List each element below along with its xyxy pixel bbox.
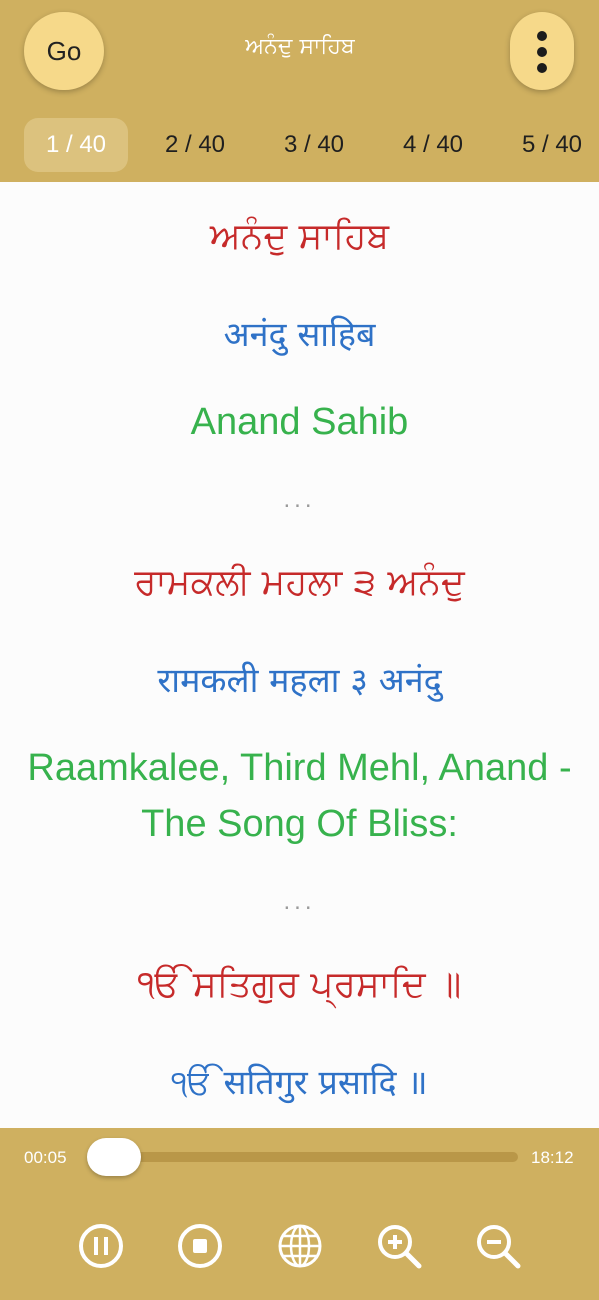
progress-slider-thumb[interactable]: [87, 1138, 141, 1176]
verse-separator: ...: [283, 486, 316, 513]
audio-player: 00:05 18:12: [0, 1128, 599, 1300]
stop-icon: [178, 1224, 222, 1268]
verse-devanagari: अनंदु साहिब: [223, 315, 376, 355]
verse-english-line-2: The Song Of Bliss:: [141, 803, 458, 845]
verse-english-line-1: Raamkalee, Third Mehl, Anand -: [27, 747, 572, 789]
globe-icon: [278, 1224, 322, 1268]
app-screen: Go ਅਨੰਦੁ ਸਾਹਿਬ 1 / 40 2 / 40 3 / 40 4 / …: [0, 0, 599, 1300]
verse-content[interactable]: ਅਨੰਦੁ ਸਾਹਿਬ अनंदु साहिब Anand Sahib ... …: [0, 182, 599, 1128]
verse-gurmukhi: ਰਾਮਕਲੀ ਮਹਲਾ ੩ ਅਨੰਦੁ: [134, 562, 465, 603]
pause-button[interactable]: [77, 1222, 125, 1270]
zoom-in-icon: [378, 1225, 422, 1269]
verse-separator: ...: [283, 888, 316, 915]
zoom-out-button[interactable]: [474, 1222, 522, 1270]
page-tab-4[interactable]: 4 / 40: [381, 118, 485, 172]
verse-devanagari: ੴ सतिगुर प्रसादि ॥: [171, 1063, 428, 1103]
verse-gurmukhi: ਅਨੰਦੁ ਸਾਹਿਬ: [209, 216, 390, 257]
page-tab-1[interactable]: 1 / 40: [24, 118, 128, 172]
stop-button[interactable]: [176, 1222, 224, 1270]
pause-icon: [79, 1224, 123, 1268]
page-tab-3[interactable]: 3 / 40: [262, 118, 366, 172]
top-bar: Go ਅਨੰਦੁ ਸਾਹਿਬ 1 / 40 2 / 40 3 / 40 4 / …: [0, 0, 599, 182]
verse-english: Anand Sahib: [190, 401, 409, 443]
language-button[interactable]: [276, 1222, 324, 1270]
page-tab-2[interactable]: 2 / 40: [143, 118, 247, 172]
progress-track[interactable]: [100, 1152, 518, 1162]
more-options-button[interactable]: [510, 12, 574, 90]
zoom-in-button[interactable]: [375, 1222, 423, 1270]
elapsed-time: 00:05: [24, 1148, 67, 1167]
page-title: ਅਨੰਦੁ ਸਾਹਿਬ: [245, 34, 355, 59]
verse-gurmukhi: ੴ ਸਤਿਗੁਰ ਪ੍ਰਸਾਦਿ ॥: [137, 964, 462, 1005]
verse-devanagari: रामकली महला ३ अनंदु: [157, 661, 442, 701]
page-tabs: 1 / 40 2 / 40 3 / 40 4 / 40 5 / 40: [24, 118, 599, 172]
go-button[interactable]: Go: [24, 12, 104, 90]
page-tab-5[interactable]: 5 / 40: [500, 118, 599, 172]
total-time: 18:12: [531, 1148, 574, 1167]
zoom-out-icon: [477, 1225, 521, 1269]
